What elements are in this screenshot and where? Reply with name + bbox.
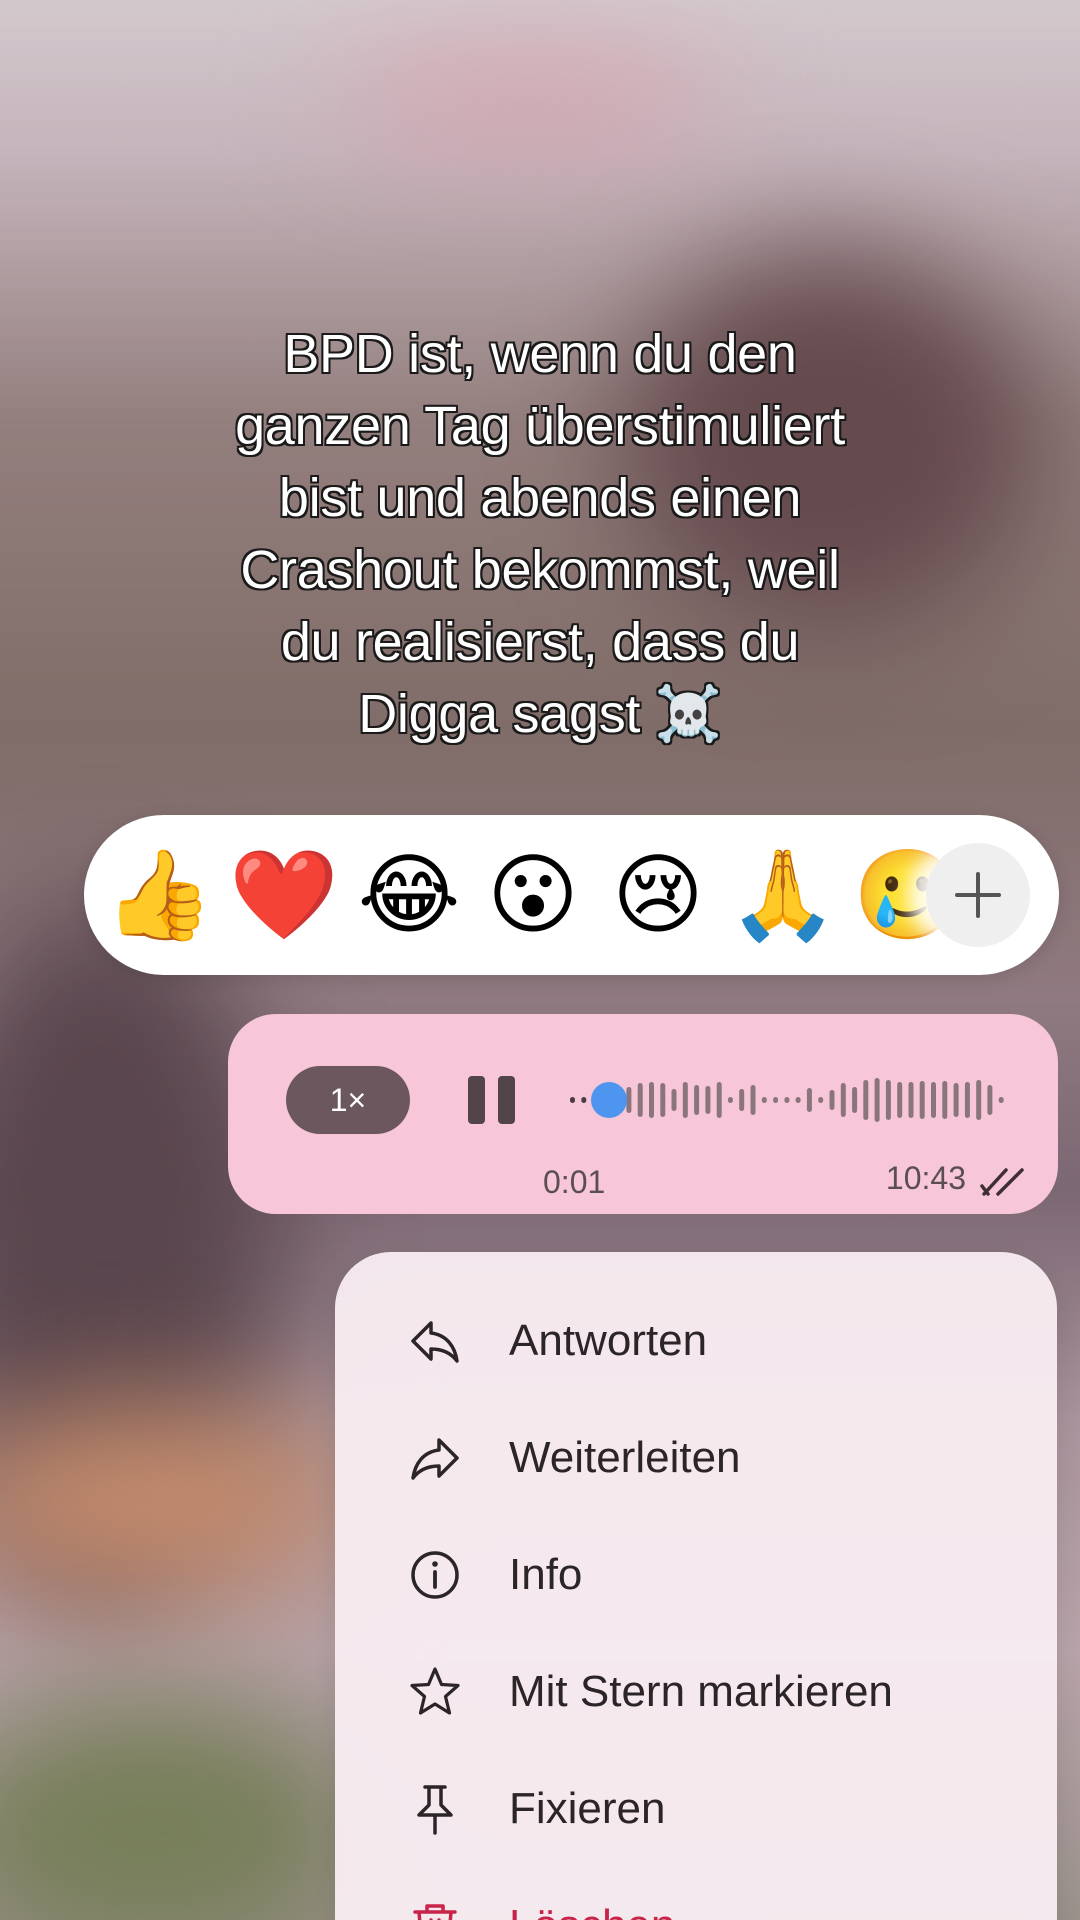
waveform-bar [829, 1090, 835, 1110]
waveform-bar [863, 1080, 869, 1120]
caption-line: du realisierst, dass du [280, 612, 800, 672]
waveform-bar [626, 1087, 632, 1113]
waveform-bar [773, 1097, 779, 1103]
waveform-bar [931, 1082, 936, 1118]
menu-item-label: Löschen [509, 1897, 675, 1920]
audio-waveform[interactable] [568, 1064, 1008, 1136]
caption-line: Crashout bekommst, weil [240, 540, 840, 600]
menu-item-reply[interactable]: Antworten [335, 1286, 1057, 1396]
waveform-bar [727, 1097, 733, 1103]
waveform-bar [795, 1097, 801, 1103]
waveform-bar [942, 1081, 948, 1119]
waveform-bar [852, 1087, 858, 1113]
waveform-bar [976, 1080, 982, 1120]
waveform-bar [739, 1089, 745, 1111]
add-reaction-button[interactable] [926, 843, 1030, 947]
menu-item-delete[interactable]: Löschen [335, 1871, 1057, 1920]
reaction-thumbs-up[interactable]: 👍 [104, 840, 214, 950]
waveform-bar [919, 1081, 925, 1119]
waveform-bar [885, 1080, 891, 1120]
caption-line: Digga sagst ☠️ [358, 684, 722, 744]
waveform-bar [840, 1083, 846, 1117]
waveform-bar [671, 1089, 677, 1111]
menu-item-pin[interactable]: Fixieren [335, 1754, 1057, 1864]
waveform-bar [874, 1078, 880, 1122]
reaction-crying[interactable]: 😢 [603, 840, 713, 950]
menu-item-label: Mit Stern markieren [509, 1667, 893, 1716]
menu-item-label: Antworten [509, 1316, 708, 1365]
menu-item-info[interactable]: Info [335, 1520, 1057, 1630]
menu-item-label: Weiterleiten [509, 1433, 741, 1482]
pause-icon [468, 1076, 485, 1124]
waveform-bar [998, 1097, 1004, 1103]
video-caption: BPD ist, wenn du den ganzen Tag überstim… [100, 318, 980, 750]
voice-message-bubble[interactable]: 1× 0:01 10:43 [228, 1014, 1058, 1214]
reaction-laughing[interactable]: 😂 [354, 840, 464, 950]
playback-speed-button[interactable]: 1× [286, 1066, 410, 1134]
reply-icon [411, 1321, 459, 1363]
star-icon [410, 1667, 460, 1715]
waveform-bar [818, 1097, 824, 1103]
waveform-bar [953, 1083, 959, 1117]
elapsed-time: 0:01 [543, 1164, 606, 1200]
screen: BPD ist, wenn du den ganzen Tag überstim… [0, 0, 1080, 1920]
waveform-bar [784, 1097, 790, 1103]
menu-item-label: Fixieren [509, 1784, 666, 1833]
menu-item-forward[interactable]: Weiterleiten [335, 1403, 1057, 1513]
caption-line: bist und abends einen [278, 468, 802, 528]
waveform-bar [716, 1082, 722, 1118]
waveform-bar [750, 1085, 756, 1115]
waveform-bar [964, 1082, 970, 1118]
waveform-bar [649, 1082, 654, 1118]
double-check-icon [980, 1168, 1024, 1196]
waveform-bar [637, 1083, 643, 1117]
waveform-bar [660, 1083, 666, 1117]
waveform-bar [581, 1097, 587, 1103]
waveform-bar [806, 1088, 812, 1112]
message-time: 10:43 [885, 1160, 966, 1196]
waveform-bar [694, 1085, 700, 1115]
waveform-bar [908, 1082, 914, 1118]
reaction-heart[interactable]: ❤️ [229, 840, 339, 950]
caption-line: ganzen Tag überstimuliert [235, 396, 845, 456]
message-context-menu: Antworten Weiterleiten Info Mit Stern ma… [335, 1252, 1057, 1920]
reaction-bar: 👍 ❤️ 😂 😮 😢 🙏 🥲 [84, 815, 1059, 975]
waveform-bar [682, 1082, 688, 1118]
caption-line: BPD ist, wenn du den [283, 324, 797, 384]
pause-icon [498, 1076, 515, 1124]
playback-position-handle[interactable] [591, 1082, 627, 1118]
menu-item-star[interactable]: Mit Stern markieren [335, 1637, 1057, 1747]
reaction-surprised[interactable]: 😮 [478, 840, 588, 950]
menu-item-label: Info [509, 1550, 583, 1599]
plus-icon [955, 872, 1001, 918]
waveform-bar [570, 1097, 575, 1103]
info-icon [411, 1551, 459, 1599]
waveform-bar [987, 1085, 993, 1115]
waveform-bar [897, 1082, 903, 1118]
reaction-praying-hands[interactable]: 🙏 [728, 840, 838, 950]
pin-icon [417, 1785, 453, 1835]
waveform-bar [761, 1097, 767, 1103]
pause-button[interactable] [468, 1076, 518, 1124]
waveform-bar [705, 1086, 711, 1114]
trash-icon [413, 1904, 457, 1920]
forward-icon [411, 1438, 459, 1480]
